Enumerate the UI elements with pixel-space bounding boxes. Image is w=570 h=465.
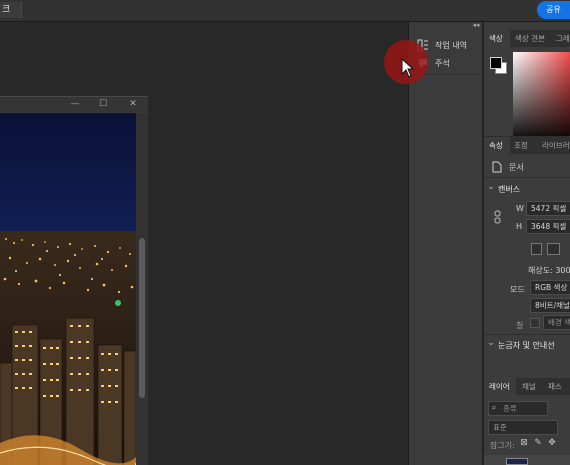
tab-properties[interactable]: 속성 — [484, 137, 510, 154]
foreground-color-swatch[interactable] — [490, 57, 502, 69]
bit-depth-select[interactable]: 8비트/채널 — [530, 298, 570, 313]
lock-image-icon[interactable]: ✎ — [534, 438, 542, 448]
tab-channels[interactable]: 채널 — [522, 378, 542, 395]
layer-row[interactable] — [484, 455, 570, 465]
document-scrollbar[interactable] — [136, 113, 148, 465]
right-panel-stack: 색상 색상 견본 그레 속성 조정 라이브러 문서 ⌄ 캔버스 W 5472 픽… — [483, 22, 570, 465]
tab-paths[interactable]: 패스 — [548, 378, 570, 395]
close-icon[interactable]: ✕ — [128, 99, 138, 109]
lock-position-icon[interactable]: ✥ — [548, 438, 556, 448]
canvas-section-title[interactable]: 캔버스 — [498, 184, 520, 195]
collapse-panels-icon[interactable]: ◂◂ — [469, 21, 483, 29]
tab-libraries[interactable]: 라이브러 — [542, 137, 570, 154]
collapsed-panel-dock: ◂◂ 작업 내역 주석 — [408, 21, 483, 465]
night-city-photo[interactable] — [0, 113, 136, 465]
tab-layers[interactable]: 레이어 — [484, 378, 516, 395]
portrait-orientation-icon[interactable] — [531, 243, 542, 255]
lock-label: 잠그기: — [490, 441, 515, 450]
height-label: H — [516, 222, 523, 231]
layer-thumbnail — [506, 458, 528, 465]
chevron-down-icon[interactable]: ⌄ — [486, 182, 496, 192]
document-window-titlebar[interactable]: — ☐ ✕ — [0, 97, 148, 112]
maximize-icon[interactable]: ☐ — [98, 99, 108, 109]
document-icon — [492, 161, 502, 173]
fill-color-swatch[interactable] — [530, 318, 540, 328]
scrollbar-thumb[interactable] — [139, 238, 145, 398]
mode-label: 모드 — [510, 285, 525, 294]
lock-transparent-icon[interactable]: ⊠ — [520, 438, 528, 448]
fill-label: 칠 — [516, 321, 524, 330]
resolution-label: 해상도: 300 — [528, 266, 570, 275]
document-tab[interactable]: 크 — [0, 2, 22, 18]
dock-item-label: 주석 — [435, 59, 450, 68]
blend-mode-select[interactable]: 표준 — [488, 420, 558, 435]
color-picker-field[interactable] — [513, 52, 570, 144]
color-panel-tabs: 색상 색상 견본 그레 — [484, 30, 570, 47]
tab-swatches[interactable]: 색상 견본 — [512, 30, 548, 47]
mouse-pointer-icon — [401, 58, 415, 78]
fill-select[interactable]: 배경 색 — [543, 315, 570, 330]
link-dimensions-icon[interactable] — [494, 210, 501, 224]
tab-adjustments[interactable]: 조정 — [514, 137, 536, 154]
panel-divider — [484, 334, 570, 335]
rulers-guides-section-title[interactable]: 눈금자 및 안내선 — [498, 340, 555, 351]
tab-gradients[interactable]: 그레 — [556, 30, 570, 47]
document-window[interactable]: — ☐ ✕ — [0, 96, 148, 465]
width-field[interactable]: 5472 픽셀 — [526, 201, 570, 216]
height-field[interactable]: 3648 픽셀 — [526, 219, 570, 234]
top-options-bar: 크 공유 — [0, 0, 570, 22]
layers-panel-tabs: 레이어 채널 패스 — [484, 378, 570, 395]
document-type-label: 문서 — [509, 163, 524, 172]
minimize-icon[interactable]: — — [70, 99, 80, 109]
properties-panel-tabs: 속성 조정 라이브러 — [484, 137, 570, 154]
search-icon: ⌕ — [491, 403, 497, 412]
color-mode-select[interactable]: RGB 색상 — [530, 280, 570, 295]
chevron-down-icon[interactable]: ⌄ — [486, 338, 496, 348]
dock-item-label: 작업 내역 — [435, 41, 467, 50]
width-label: W — [516, 204, 524, 213]
tab-color[interactable]: 색상 — [484, 30, 510, 47]
share-button[interactable]: 공유 — [537, 1, 570, 19]
panel-divider — [484, 177, 570, 178]
landscape-orientation-icon[interactable] — [547, 243, 560, 255]
